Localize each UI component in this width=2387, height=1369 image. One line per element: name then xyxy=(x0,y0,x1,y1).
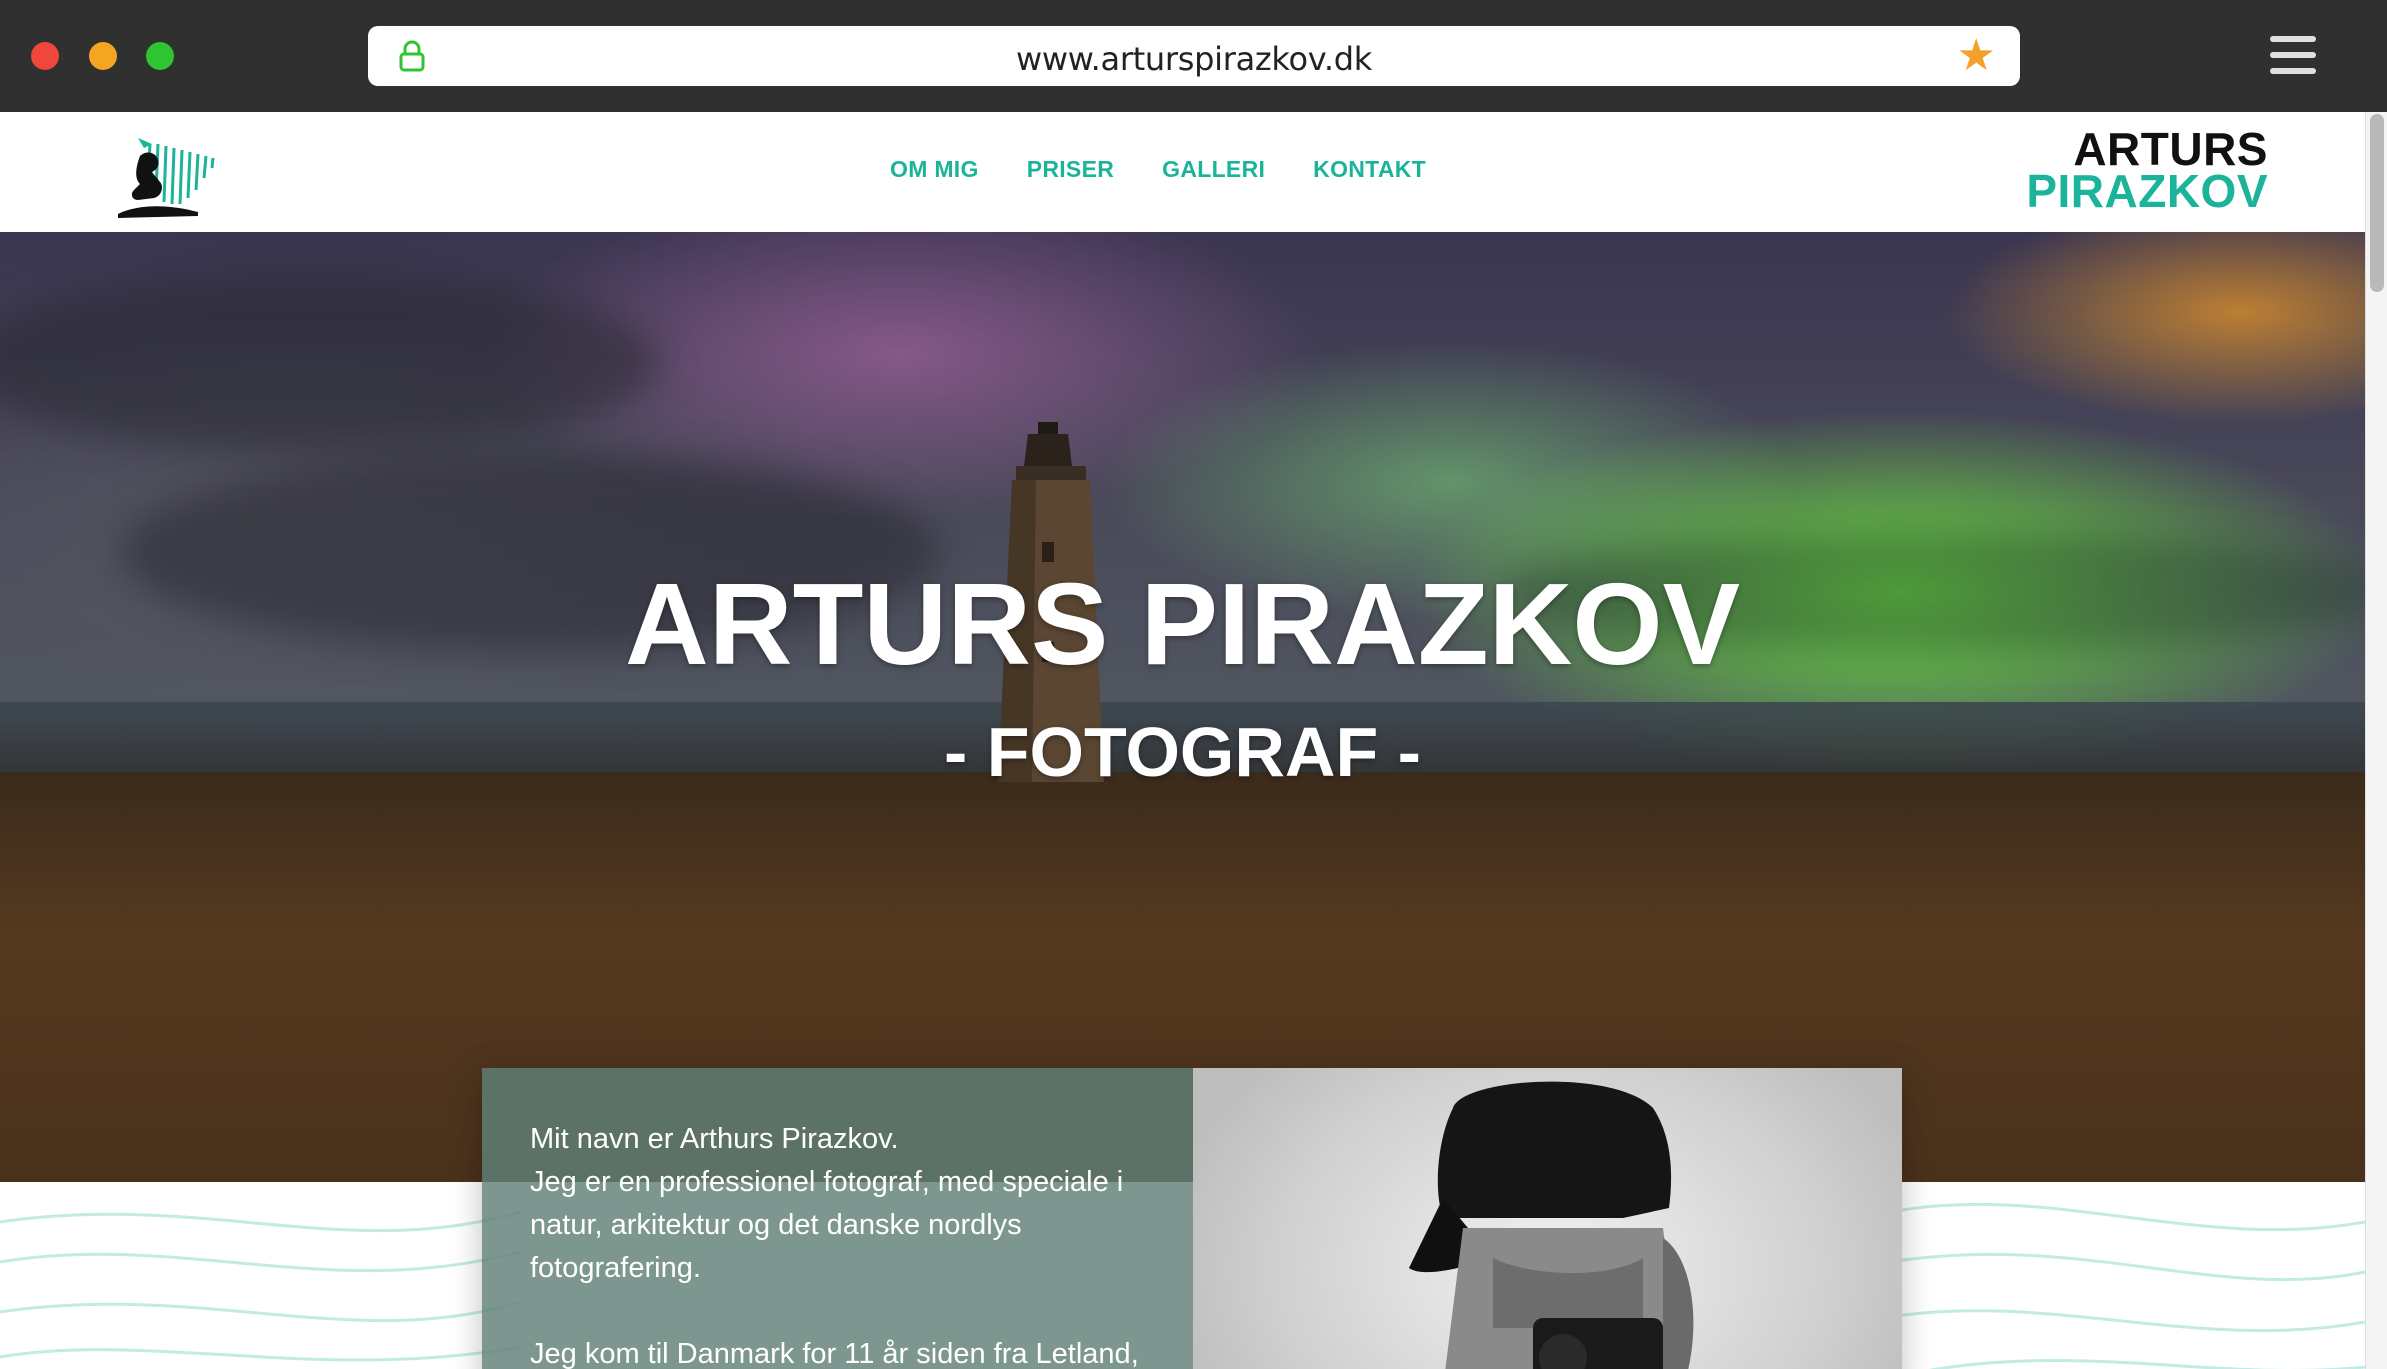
photographer-portrait xyxy=(1409,1081,1694,1369)
window-minimize-button[interactable] xyxy=(89,42,117,70)
nav-item-galleri[interactable]: GALLERI xyxy=(1162,156,1265,183)
star-icon[interactable]: ★ xyxy=(1957,34,1996,78)
brand-wordmark[interactable]: ARTURS PIRAZKOV xyxy=(2026,123,2268,217)
about-text-panel: Mit navn er Arthurs Pirazkov. Jeg er en … xyxy=(482,1068,1193,1369)
photographer-logo-icon[interactable] xyxy=(118,132,218,222)
page-viewport: OM MIG PRISER GALLERI KONTAKT ARTURS PIR… xyxy=(0,112,2387,1369)
brand-line-2: PIRAZKOV xyxy=(2026,165,2268,217)
brand-line-1: ARTURS xyxy=(2073,123,2268,175)
window-close-button[interactable] xyxy=(31,42,59,70)
main-nav: OM MIG PRISER GALLERI KONTAKT xyxy=(890,156,1426,183)
hero-subtitle: - FOTOGRAF - xyxy=(944,713,1421,791)
site-header: OM MIG PRISER GALLERI KONTAKT ARTURS PIR… xyxy=(0,112,2365,232)
scrollbar-thumb[interactable] xyxy=(2370,114,2384,292)
about-description: Jeg er en professionel fotograf, med spe… xyxy=(530,1166,1124,1284)
about-origin: Jeg kom til Danmark for 11 år siden fra … xyxy=(530,1338,1139,1369)
address-bar[interactable]: www.arturspirazkov.dk ★ xyxy=(368,26,2020,86)
hero-banner: ARTURS PIRAZKOV - FOTOGRAF - xyxy=(0,232,2365,1182)
nav-item-om-mig[interactable]: OM MIG xyxy=(890,156,979,183)
about-intro: Mit navn er Arthurs Pirazkov. xyxy=(530,1123,899,1155)
nav-item-kontakt[interactable]: KONTAKT xyxy=(1313,156,1426,183)
portrait-photo xyxy=(1193,1068,1902,1369)
window-maximize-button[interactable] xyxy=(146,42,174,70)
cloud xyxy=(0,272,660,452)
hamburger-menu-icon[interactable] xyxy=(2270,36,2316,74)
page-scrollbar[interactable] xyxy=(2365,112,2387,1369)
about-card: Mit navn er Arthurs Pirazkov. Jeg er en … xyxy=(482,1068,1902,1369)
hero-title: ARTURS PIRAZKOV xyxy=(625,559,1740,689)
nav-item-priser[interactable]: PRISER xyxy=(1027,156,1114,183)
browser-chrome: www.arturspirazkov.dk ★ xyxy=(0,0,2387,112)
url-text: www.arturspirazkov.dk xyxy=(1015,40,1373,78)
